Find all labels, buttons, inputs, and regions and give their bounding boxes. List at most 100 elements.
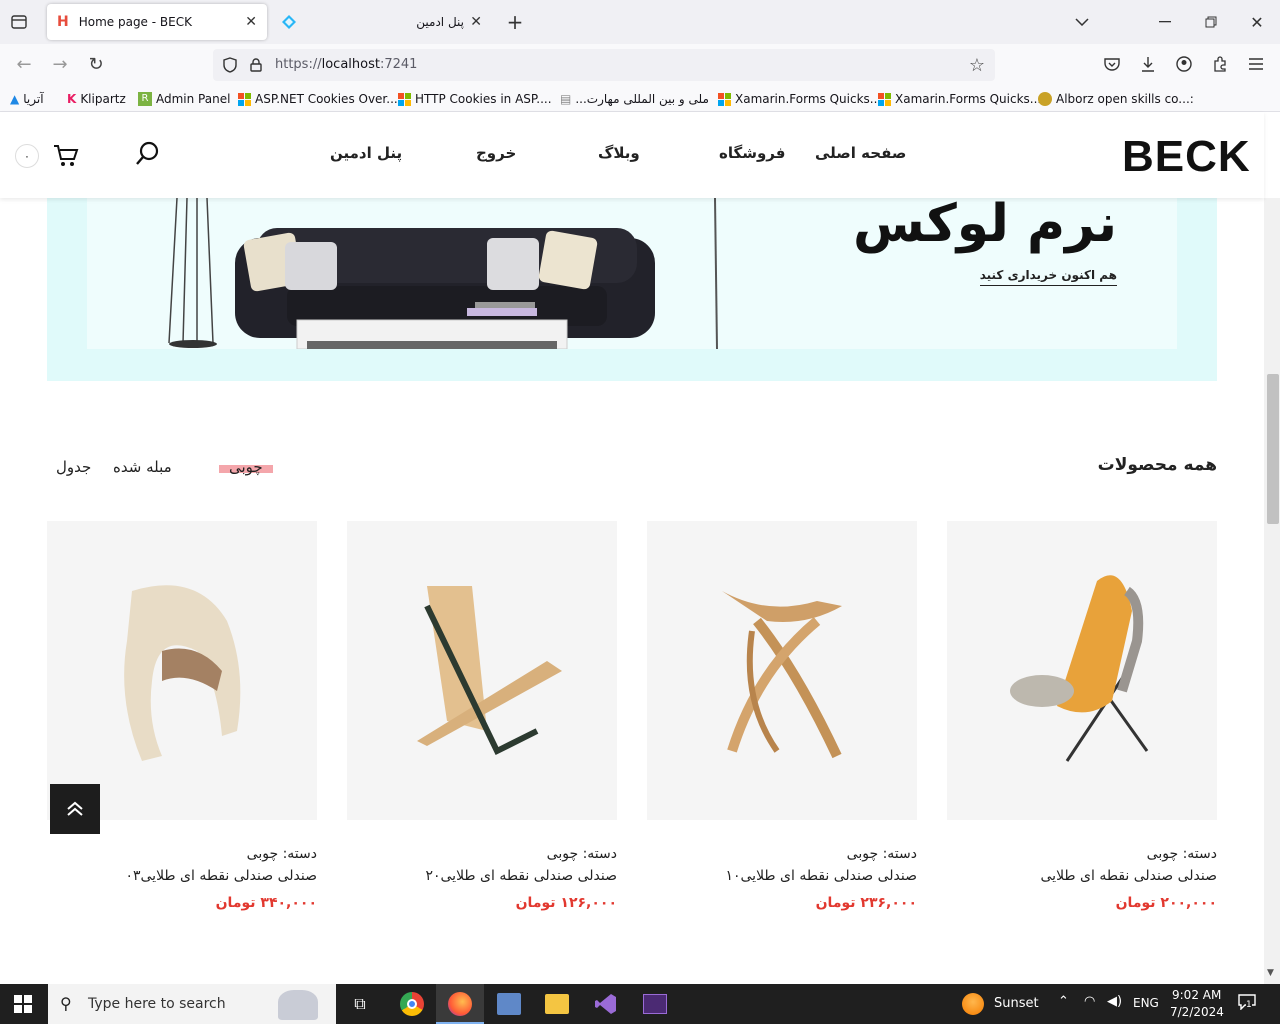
nav-home[interactable]: صفحه اصلی [815,144,906,162]
speaker-icon[interactable]: ◀) [1107,994,1122,1009]
chevron-down-icon[interactable] [1072,12,1092,32]
admin-panel-icon: R [138,92,152,106]
windows-start-icon[interactable] [14,995,32,1013]
sunset-weather-icon [962,993,984,1015]
product-name[interactable]: صندلی صندلی نقطه ای طلایی۱۰ [725,868,917,884]
url-text: https://localhost:7241 [275,57,417,72]
cart-icon[interactable] [52,143,80,169]
bookmark-label: Klipartz [80,92,126,106]
taskbar-search-placeholder: Type here to search [88,996,226,1012]
product-price: ۳۴۰,۰۰۰ تومان [215,895,317,911]
bookmark-label: Xamarin.Forms Quicks... [895,92,1042,106]
scroll-down-icon[interactable]: ▼ [1267,968,1274,978]
bookmark-aspnet-cookies[interactable]: ASP.NET Cookies Over... [238,90,398,108]
chrome-icon[interactable] [400,992,424,1016]
forward-arrow-icon[interactable]: → [50,54,70,75]
new-tab-icon[interactable]: + [505,10,525,34]
clock-time[interactable]: 9:02 AM [1172,988,1221,1002]
bookmark-klipartz[interactable]: K Klipartz [67,90,126,108]
wooden-frame-chair-image [417,586,562,756]
nav-blog[interactable]: وبلاگ [598,144,640,162]
star-icon[interactable]: ☆ [967,55,987,76]
page-scrollbar[interactable]: ▼ [1264,198,1280,984]
minimize-icon[interactable] [1155,12,1175,32]
task-view-icon[interactable]: ⧉ [348,994,372,1014]
filter-furnished[interactable]: مبله شده [113,458,172,476]
product-price: ۱۲۶,۰۰۰ تومان [515,895,617,911]
bookmark-http-cookies[interactable]: HTTP Cookies in ASP.... [398,90,552,108]
product-name[interactable]: صندلی صندلی نقطه ای طلایی۲۰ [425,868,617,884]
bookmark-xamarin-2[interactable]: Xamarin.Forms Quicks... [878,90,1041,108]
firefox-taskbar-button[interactable] [436,984,484,1024]
taskbar-search-box[interactable]: ⚲ Type here to search [48,984,336,1024]
product-image-2[interactable] [647,521,917,820]
product-image-3[interactable] [347,521,617,820]
product-category: دسته: چوبی [546,846,617,862]
site-logo[interactable]: BECK [1122,132,1251,182]
product-name[interactable]: صندلی صندلی نقطه ای طلایی۰۳ [125,868,317,884]
tab-home-page[interactable]: H Home page - BECK ✕ [47,4,267,40]
pocket-icon[interactable] [1102,54,1122,74]
search-icon[interactable] [134,140,162,168]
file-explorer-icon[interactable] [545,994,569,1014]
bookmark-atria[interactable]: ▲ آتریا [10,90,44,108]
back-to-top-button[interactable] [50,784,100,834]
visual-studio-icon[interactable] [594,992,618,1016]
bookmark-label: ...ملی و بین المللی مهارت [575,92,709,106]
product-image-1[interactable] [947,521,1217,820]
terminal-icon[interactable] [643,994,667,1014]
tab-admin-panel[interactable]: پنل ادمین ✕ [300,4,490,40]
product-image-4[interactable] [47,521,317,820]
bookmark-xamarin-1[interactable]: Xamarin.Forms Quicks... [718,90,881,108]
bookmark-label: HTTP Cookies in ASP.... [415,92,552,106]
microsoft-icon [238,92,251,106]
microsoft-icon [398,92,411,106]
chevron-up-icon[interactable]: ⌃ [1058,994,1069,1009]
url-bar[interactable]: https://localhost:7241 ☆ [213,49,995,81]
bookmark-skills[interactable]: ▤ ...ملی و بین المللی مهارت [560,90,709,108]
remote-desktop-icon[interactable] [497,993,521,1015]
filter-wooden[interactable]: چوبی [229,458,263,476]
shield-icon[interactable] [221,56,239,74]
clock-date[interactable]: 7/2/2024 [1170,1005,1224,1019]
weather-text[interactable]: Sunset [994,996,1039,1011]
nav-logout[interactable]: خروج [476,144,516,162]
window-close-icon[interactable]: ✕ [1247,12,1267,32]
close-icon[interactable]: ✕ [470,14,482,30]
browser-navigation-bar: ← → ↻ https://localhost:7241 ☆ [0,44,1280,86]
wifi-icon[interactable]: ◠ [1084,994,1095,1009]
back-arrow-icon[interactable]: ← [14,54,34,75]
restore-icon[interactable] [1201,12,1221,32]
menu-icon[interactable] [1246,54,1266,74]
browser-tab-bar: H Home page - BECK ✕ پنل ادمین ✕ + ✕ [0,0,1280,44]
shop-now-link[interactable]: هم اکنون خریداری کنید [979,268,1117,286]
bookmark-alborz[interactable]: Alborz open skills co...: [1038,90,1194,108]
section-title: همه محصولات [1097,455,1217,475]
nav-admin-panel[interactable]: پنل ادمین [330,144,402,162]
url-host: localhost [321,57,380,72]
document-icon: ▤ [560,92,572,106]
bookmark-label: آتریا [23,92,44,106]
extensions-icon[interactable] [1210,54,1230,74]
download-icon[interactable] [1138,54,1158,74]
curved-stool-image [722,591,842,759]
shell-chair-image [124,585,241,761]
close-icon[interactable]: ✕ [245,14,257,30]
search-highlight-image [278,990,318,1020]
notification-icon[interactable]: 1 [1238,994,1258,1014]
filter-table[interactable]: جدول [56,458,91,476]
nav-shop[interactable]: فروشگاه [719,144,785,162]
scrollbar-thumb[interactable] [1267,374,1279,524]
bookmark-admin-panel[interactable]: R Admin Panel [138,90,230,108]
language-indicator[interactable]: ENG [1133,996,1159,1010]
tab-list-icon[interactable] [8,12,30,32]
account-icon[interactable] [1174,54,1194,74]
site-header: BECK صفحه اصلی فروشگاه وبلاگ خروج پنل اد… [0,112,1264,198]
lock-icon[interactable] [247,56,265,74]
product-price: ۲۳۶,۰۰۰ تومان [815,895,917,911]
beck-favicon-icon: H [57,14,69,30]
bookmarks-bar: ▲ آتریا K Klipartz R Admin Panel ASP.NET… [0,86,1280,112]
product-name[interactable]: صندلی صندلی نقطه ای طلایی [1041,868,1217,884]
reload-icon[interactable]: ↻ [86,54,106,75]
product-category: دسته: چوبی [1146,846,1217,862]
